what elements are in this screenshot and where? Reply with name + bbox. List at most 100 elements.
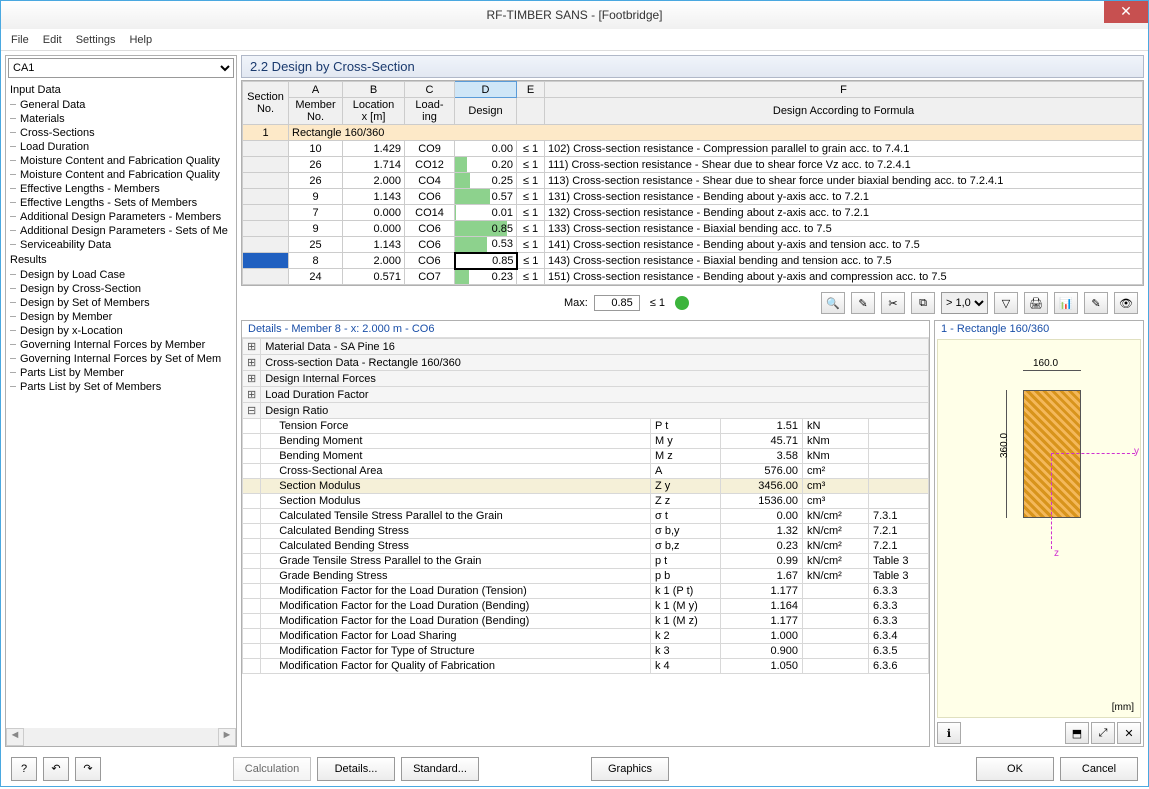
menu-edit[interactable]: Edit [43,34,62,46]
tree-item[interactable]: Load Duration [6,140,236,154]
scroll-track[interactable] [24,728,218,746]
preview-panel: 1 - Rectangle 160/360 160.0 360.0 y z [m… [934,320,1144,747]
info-icon[interactable]: ℹ [937,722,961,744]
menu-file[interactable]: File [11,34,29,46]
tree-item[interactable]: Design by Set of Members [6,296,236,310]
tool-6[interactable]: 📊 [1054,292,1078,314]
tree-item[interactable]: Moisture Content and Fabrication Quality [6,168,236,182]
tree-item[interactable]: Additional Design Parameters - Members [6,210,236,224]
table-row[interactable]: 240.571CO70.23≤ 1151) Cross-section resi… [243,269,1143,285]
details-button[interactable]: Details... [317,757,395,781]
tree-item[interactable]: Governing Internal Forces by Member [6,338,236,352]
tool-5[interactable]: 🖨 [1024,292,1048,314]
tree-item[interactable]: Cross-Sections [6,126,236,140]
details-group[interactable]: ⊞Design Internal Forces [243,371,929,387]
details-group[interactable]: ⊞Load Duration Factor [243,387,929,403]
tool-eye[interactable]: 👁 [1114,292,1138,314]
preview-btn-1[interactable]: ⬒ [1065,722,1089,744]
details-row: Tension ForceP t1.51kN [243,419,929,434]
next-button[interactable]: ↷ [75,757,101,781]
details-row: Bending MomentM z3.58kNm [243,449,929,464]
nav-tree[interactable]: Input DataGeneral DataMaterialsCross-Sec… [6,80,236,728]
tree-item[interactable]: Effective Lengths - Sets of Members [6,196,236,210]
details-row: Modification Factor for Load Sharingk 21… [243,629,929,644]
tree-item[interactable]: Moisture Content and Fabrication Quality [6,154,236,168]
details-group[interactable]: ⊞Cross-section Data - Rectangle 160/360 [243,355,929,371]
details-row: Grade Tensile Stress Parallel to the Gra… [243,554,929,569]
prev-button[interactable]: ↶ [43,757,69,781]
menubar: File Edit Settings Help [1,29,1148,51]
table-row[interactable]: 70.000CO140.01≤ 1132) Cross-section resi… [243,205,1143,221]
graphics-button[interactable]: Graphics [591,757,669,781]
tree-item[interactable]: Governing Internal Forces by Set of Mem [6,352,236,366]
max-value: 0.85 [594,295,640,311]
tree-item[interactable]: Parts List by Set of Members [6,380,236,394]
details-row: Modification Factor for the Load Duratio… [243,614,929,629]
sidebar: CA1 Input DataGeneral DataMaterialsCross… [5,55,237,747]
tool-filter[interactable]: ▽ [994,292,1018,314]
preview-btn-3[interactable]: ✕ [1117,722,1141,744]
tree-item[interactable]: Materials [6,112,236,126]
details-row: Bending MomentM y45.71kNm [243,434,929,449]
close-button[interactable]: ✕ [1104,1,1148,23]
tree-item[interactable]: General Data [6,98,236,112]
calculation-button[interactable]: Calculation [233,757,311,781]
details-row: Cross-Sectional AreaA576.00cm² [243,464,929,479]
table-row[interactable]: 262.000CO40.25≤ 1113) Cross-section resi… [243,173,1143,189]
details-group[interactable]: ⊞Material Data - SA Pine 16 [243,339,929,355]
tree-item[interactable]: Design by Cross-Section [6,282,236,296]
tree-item[interactable]: Serviceability Data [6,238,236,252]
section-shape [1023,390,1081,518]
details-row: Modification Factor for Type of Structur… [243,644,929,659]
table-row[interactable]: 90.000CO60.85≤ 1133) Cross-section resis… [243,221,1143,237]
help-button[interactable]: ? [11,757,37,781]
details-row: Calculated Tensile Stress Parallel to th… [243,509,929,524]
table-row[interactable]: 251.143CO60.53≤ 1141) Cross-section resi… [243,237,1143,253]
tree-item[interactable]: Design by x-Location [6,324,236,338]
tree-item[interactable]: Additional Design Parameters - Sets of M… [6,224,236,238]
window-title: RF-TIMBER SANS - [Footbridge] [9,8,1140,22]
tool-7[interactable]: ✎ [1084,292,1108,314]
details-panel: Details - Member 8 - x: 2.000 m - CO6 ⊞M… [241,320,930,747]
table-row[interactable]: 101.429CO90.00≤ 1102) Cross-section resi… [243,141,1143,157]
menu-help[interactable]: Help [129,34,152,46]
details-row: Modification Factor for Quality of Fabri… [243,659,929,674]
load-case-select[interactable]: CA1 [8,58,234,78]
details-row: Section ModulusZ y3456.00cm³ [243,479,929,494]
titlebar: RF-TIMBER SANS - [Footbridge] ✕ [1,1,1148,29]
menu-settings[interactable]: Settings [76,34,116,46]
tree-group[interactable]: Input Data [6,82,236,98]
details-title: Details - Member 8 - x: 2.000 m - CO6 [242,321,929,338]
results-grid[interactable]: SectionNo. A B C D E F MemberNo. Locatio… [241,80,1144,286]
details-row: Modification Factor for the Load Duratio… [243,599,929,614]
details-row: Section ModulusZ z1536.00cm³ [243,494,929,509]
ok-icon [675,296,689,310]
details-row: Modification Factor for the Load Duratio… [243,584,929,599]
footer: ? ↶ ↷ Calculation Details... Standard...… [1,751,1148,789]
table-row[interactable]: 261.714CO120.20≤ 1111) Cross-section res… [243,157,1143,173]
details-row: Calculated Bending Stressσ b,z0.23kN/cm²… [243,539,929,554]
tree-group[interactable]: Results [6,252,236,268]
details-row: Calculated Bending Stressσ b,y1.32kN/cm²… [243,524,929,539]
preview-btn-2[interactable]: ⤢ [1091,722,1115,744]
preview-title: 1 - Rectangle 160/360 [935,321,1143,337]
tool-4[interactable]: ⧉ [911,292,935,314]
tree-item[interactable]: Parts List by Member [6,366,236,380]
table-row[interactable]: 82.000CO60.85≤ 1143) Cross-section resis… [243,253,1143,269]
tool-3[interactable]: ✂ [881,292,905,314]
scroll-right[interactable]: ► [218,728,236,746]
tree-item[interactable]: Design by Member [6,310,236,324]
tool-2[interactable]: ✎ [851,292,875,314]
preview-canvas[interactable]: 160.0 360.0 y z [mm] [937,339,1141,718]
ok-button[interactable]: OK [976,757,1054,781]
scroll-left[interactable]: ◄ [6,728,24,746]
table-row[interactable]: 91.143CO60.57≤ 1131) Cross-section resis… [243,189,1143,205]
details-row: Grade Bending Stressp b1.67kN/cm²Table 3 [243,569,929,584]
details-group[interactable]: ⊟Design Ratio [243,403,929,419]
cancel-button[interactable]: Cancel [1060,757,1138,781]
standard-button[interactable]: Standard... [401,757,479,781]
tree-item[interactable]: Design by Load Case [6,268,236,282]
filter-select[interactable]: > 1,0 [941,292,988,314]
tree-item[interactable]: Effective Lengths - Members [6,182,236,196]
tool-1[interactable]: 🔍 [821,292,845,314]
